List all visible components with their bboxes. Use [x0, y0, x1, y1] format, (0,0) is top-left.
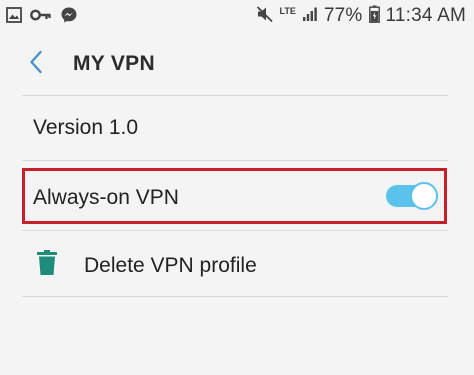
- trash-icon: [36, 250, 58, 281]
- delete-divider: [22, 296, 448, 297]
- status-bar: LTE 77% 11:34 AM: [0, 0, 474, 32]
- delete-vpn-profile-row[interactable]: Delete VPN profile: [22, 238, 447, 292]
- delete-vpn-profile-label: Delete VPN profile: [84, 254, 257, 277]
- always-on-vpn-toggle[interactable]: [386, 182, 438, 210]
- header-divider: [22, 95, 448, 96]
- status-bar-left: [6, 6, 78, 29]
- version-divider: [22, 160, 448, 161]
- battery-icon: [368, 5, 380, 28]
- mute-icon: [256, 5, 274, 28]
- always-on-vpn-row[interactable]: Always-on VPN: [22, 168, 447, 224]
- status-bar-right: LTE 77% 11:34 AM: [256, 4, 466, 28]
- lte-label: LTE: [279, 5, 296, 16]
- vpn-divider: [22, 230, 448, 231]
- signal-icon: [302, 6, 318, 27]
- version-label: Version 1.0: [33, 116, 139, 139]
- key-icon: [30, 8, 52, 27]
- back-button[interactable]: [22, 48, 50, 80]
- page-title: MY VPN: [73, 52, 155, 75]
- image-icon: [6, 7, 22, 28]
- toggle-thumb: [410, 182, 438, 210]
- app-bar: MY VPN: [0, 32, 474, 96]
- always-on-vpn-label: Always-on VPN: [33, 186, 179, 209]
- battery-percent: 77%: [323, 5, 363, 26]
- status-time: 11:34 AM: [385, 5, 466, 26]
- messenger-icon: [60, 6, 78, 29]
- chevron-left-icon: [29, 50, 43, 79]
